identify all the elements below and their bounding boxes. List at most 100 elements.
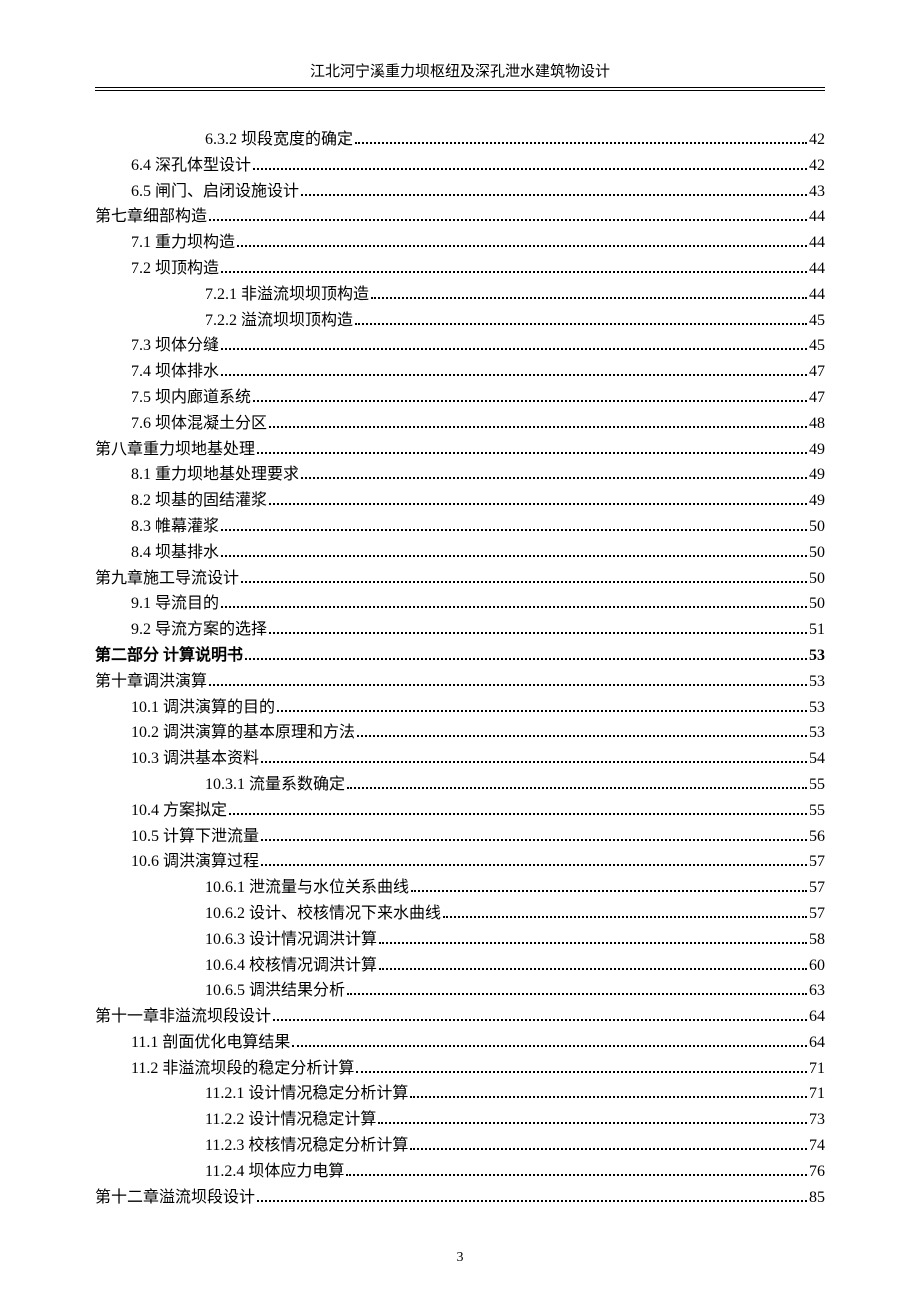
toc-leader-dots bbox=[253, 400, 807, 402]
toc-entry: 11.2.4 坝体应力电算76 bbox=[95, 1160, 825, 1185]
toc-entry-label: 10.6.1 泄流量与水位关系曲线 bbox=[205, 876, 409, 901]
toc-entry-label: 第二部分 计算说明书 bbox=[95, 644, 243, 669]
toc-entry-page: 42 bbox=[809, 128, 825, 153]
toc-leader-dots bbox=[273, 1019, 807, 1021]
toc-entry-label: 10.5 计算下泄流量 bbox=[131, 825, 259, 850]
toc-entry: 7.3 坝体分缝 45 bbox=[95, 334, 825, 359]
toc-entry-page: 47 bbox=[809, 386, 825, 411]
toc-leader-dots bbox=[301, 477, 807, 479]
toc-entry-page: 60 bbox=[809, 954, 825, 979]
toc-entry: 11.2 非溢流坝段的稳定分析计算71 bbox=[95, 1057, 825, 1082]
toc-entry-page: 50 bbox=[809, 592, 825, 617]
toc-entry: 8.1 重力坝地基处理要求49 bbox=[95, 463, 825, 488]
toc-entry-label: 7.3 坝体分缝 bbox=[131, 334, 219, 359]
toc-entry: 7.2.1 非溢流坝坝顶构造44 bbox=[95, 283, 825, 308]
toc-leader-dots bbox=[241, 581, 807, 583]
toc-leader-dots bbox=[221, 271, 807, 273]
toc-entry-page: 64 bbox=[809, 1031, 825, 1056]
toc-entry-page: 71 bbox=[809, 1082, 825, 1107]
toc-leader-dots bbox=[378, 1122, 807, 1124]
toc-leader-dots bbox=[269, 503, 807, 505]
toc-entry-label: 8.2 坝基的固结灌浆 bbox=[131, 489, 267, 514]
toc-leader-dots bbox=[357, 735, 807, 737]
toc-leader-dots bbox=[253, 168, 807, 170]
toc-entry: 11.2.1 设计情况稳定分析计算71 bbox=[95, 1082, 825, 1107]
toc-leader-dots bbox=[261, 839, 807, 841]
toc-leader-dots bbox=[292, 1045, 807, 1047]
toc-entry-page: 54 bbox=[809, 747, 825, 772]
toc-entry: 7.6 坝体混凝土分区48 bbox=[95, 412, 825, 437]
toc-entry: 7.4 坝体排水 47 bbox=[95, 360, 825, 385]
toc-entry-label: 9.1 导流目的 bbox=[131, 592, 219, 617]
page-number: 3 bbox=[95, 1250, 825, 1266]
toc-entry-page: 50 bbox=[809, 567, 825, 592]
toc-entry-page: 50 bbox=[809, 541, 825, 566]
toc-leader-dots bbox=[443, 916, 807, 918]
toc-entry: 10.3.1 流量系数确定55 bbox=[95, 773, 825, 798]
toc-entry-label: 10.6.3 设计情况调洪计算 bbox=[205, 928, 377, 953]
toc-entry: 7.1 重力坝构造44 bbox=[95, 231, 825, 256]
toc-entry-label: 10.4 方案拟定 bbox=[131, 799, 227, 824]
toc-entry-page: 56 bbox=[809, 825, 825, 850]
toc-leader-dots bbox=[379, 942, 807, 944]
toc-entry: 10.6.2 设计、校核情况下来水曲线 57 bbox=[95, 902, 825, 927]
toc-entry: 10.4 方案拟定 55 bbox=[95, 799, 825, 824]
toc-entry: 第十章调洪演算53 bbox=[95, 670, 825, 695]
toc-entry-page: 58 bbox=[809, 928, 825, 953]
toc-leader-dots bbox=[221, 529, 807, 531]
toc-entry: 6.4 深孔体型设计42 bbox=[95, 154, 825, 179]
toc-entry-page: 50 bbox=[809, 515, 825, 540]
toc-entry: 10.6.3 设计情况调洪计算 58 bbox=[95, 928, 825, 953]
toc-leader-dots bbox=[209, 219, 807, 221]
toc-leader-dots bbox=[257, 1200, 807, 1202]
toc-entry-label: 11.2.4 坝体应力电算 bbox=[205, 1160, 344, 1185]
toc-entry: 10.6.5 调洪结果分析63 bbox=[95, 979, 825, 1004]
toc-entry: 10.5 计算下泄流量 56 bbox=[95, 825, 825, 850]
toc-entry: 10.1 调洪演算的目的53 bbox=[95, 696, 825, 721]
toc-leader-dots bbox=[261, 864, 807, 866]
toc-leader-dots bbox=[371, 297, 807, 299]
toc-entry-page: 74 bbox=[809, 1134, 825, 1159]
toc-entry-page: 45 bbox=[809, 334, 825, 359]
toc-entry-label: 11.2.2 设计情况稳定计算 bbox=[205, 1108, 376, 1133]
toc-entry-page: 55 bbox=[809, 799, 825, 824]
toc-leader-dots bbox=[347, 993, 807, 995]
toc-entry: 9.2 导流方案的选择51 bbox=[95, 618, 825, 643]
toc-entry-label: 6.3.2 坝段宽度的确定 bbox=[205, 128, 353, 153]
toc-entry-label: 6.4 深孔体型设计 bbox=[131, 154, 251, 179]
toc-entry-label: 10.6.2 设计、校核情况下来水曲线 bbox=[205, 902, 441, 927]
toc-entry: 第十一章非溢流坝段设计64 bbox=[95, 1005, 825, 1030]
toc-leader-dots bbox=[346, 1174, 807, 1176]
toc-entry: 10.3 调洪基本资料54 bbox=[95, 747, 825, 772]
toc-entry-page: 57 bbox=[809, 902, 825, 927]
toc-entry-label: 10.6 调洪演算过程 bbox=[131, 850, 259, 875]
toc-entry-label: 7.2.2 溢流坝坝顶构造 bbox=[205, 309, 353, 334]
toc-leader-dots bbox=[301, 194, 807, 196]
toc-leader-dots bbox=[277, 710, 807, 712]
table-of-contents: 6.3.2 坝段宽度的确定426.4 深孔体型设计426.5 闸门、启闭设施设计… bbox=[95, 128, 825, 1210]
toc-entry: 7.2 坝顶构造44 bbox=[95, 257, 825, 282]
toc-entry-label: 8.3 帷幕灌浆 bbox=[131, 515, 219, 540]
toc-entry: 11.2.3 校核情况稳定分析计算74 bbox=[95, 1134, 825, 1159]
toc-entry-label: 第十章调洪演算 bbox=[95, 670, 207, 695]
header-title-text: 江北河宁溪重力坝枢纽及深孔泄水建筑物设计 bbox=[310, 64, 610, 80]
toc-entry: 11.2.2 设计情况稳定计算 73 bbox=[95, 1108, 825, 1133]
toc-entry-page: 53 bbox=[809, 721, 825, 746]
toc-entry: 10.6 调洪演算过程 57 bbox=[95, 850, 825, 875]
toc-entry-page: 49 bbox=[809, 489, 825, 514]
toc-leader-dots bbox=[221, 348, 807, 350]
toc-leader-dots bbox=[379, 968, 807, 970]
toc-entry-page: 73 bbox=[809, 1108, 825, 1133]
toc-entry-label: 11.1 剖面优化电算结果 bbox=[131, 1031, 290, 1056]
toc-leader-dots bbox=[410, 1096, 807, 1098]
toc-leader-dots bbox=[237, 245, 807, 247]
toc-entry-label: 7.4 坝体排水 bbox=[131, 360, 219, 385]
toc-entry-label: 10.6.5 调洪结果分析 bbox=[205, 979, 345, 1004]
toc-leader-dots bbox=[209, 684, 807, 686]
toc-entry-page: 47 bbox=[809, 360, 825, 385]
toc-leader-dots bbox=[229, 813, 807, 815]
toc-entry: 第七章细部构造44 bbox=[95, 205, 825, 230]
toc-entry-page: 57 bbox=[809, 850, 825, 875]
toc-entry-label: 10.6.4 校核情况调洪计算 bbox=[205, 954, 377, 979]
toc-leader-dots bbox=[356, 1071, 807, 1073]
